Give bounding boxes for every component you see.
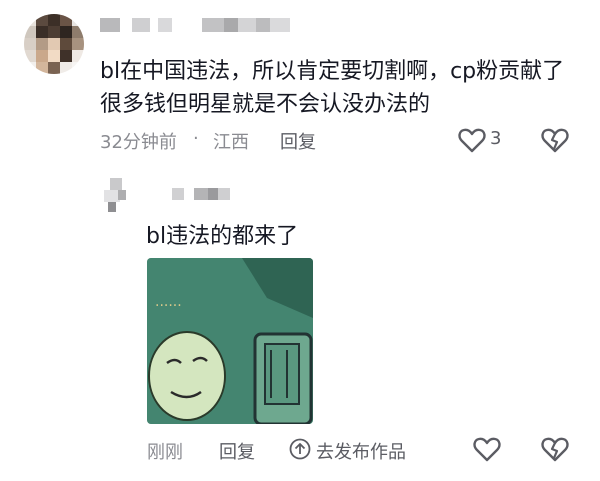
like-count: 3 [490,128,502,149]
heart-outline-icon[interactable] [458,127,486,153]
meme-sticker-image[interactable]: ...... [147,258,313,424]
svg-text:......: ...... [155,294,182,310]
username-pixelated[interactable] [100,18,290,32]
reply-text: bl违法的都来了 [146,224,299,249]
broken-heart-icon[interactable] [541,127,569,153]
reply-username-pixelated[interactable] [172,188,230,202]
comment-text: bl在中国违法，所以肯定要切割啊，cp粉贡献了很多钱但明星就是不会认没办法的 [100,59,565,117]
comment-reply-button[interactable]: 回复 [280,128,316,154]
avatar[interactable] [24,14,84,74]
broken-heart-icon[interactable] [541,436,569,462]
upload-circle-icon[interactable] [289,438,311,460]
heart-outline-icon[interactable] [473,436,501,462]
publish-work-link[interactable]: 去发布作品 [316,438,406,464]
comment-time: 32分钟前 [100,132,177,153]
comment-location: 江西 [213,132,249,153]
meta-separator: · [193,128,199,149]
reply-time: 刚刚 [147,442,183,463]
reply-reply-button[interactable]: 回复 [219,438,255,464]
reply-avatar-pixelated[interactable] [104,178,130,212]
